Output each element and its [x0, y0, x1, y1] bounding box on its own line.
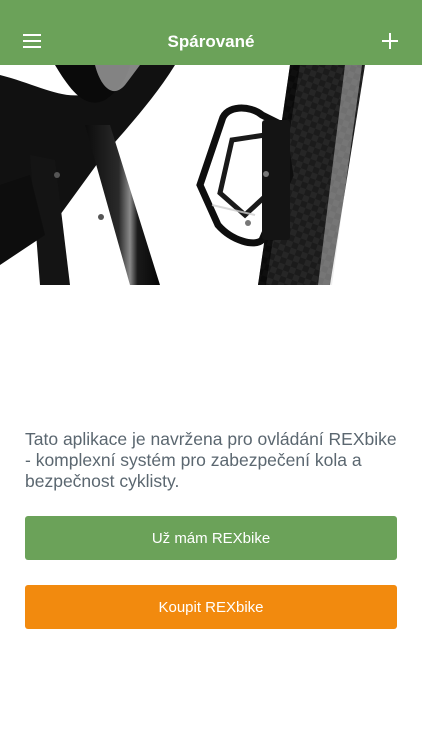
hero-image [0, 65, 422, 285]
add-device-button[interactable] [374, 27, 406, 59]
bike-frame-illustration [0, 65, 365, 285]
navigation-bar: Spárované [0, 0, 422, 65]
plus-icon [382, 32, 398, 54]
intro-text: Tato aplikace je navržena pro ovládání R… [25, 429, 397, 491]
have-rexbike-button[interactable]: Už mám REXbike [25, 516, 397, 560]
app-screen: Spárované Tato aplikace je navržena pro … [0, 0, 422, 750]
buy-rexbike-button[interactable]: Koupit REXbike [25, 585, 397, 629]
page-title: Spárované [167, 32, 255, 51]
